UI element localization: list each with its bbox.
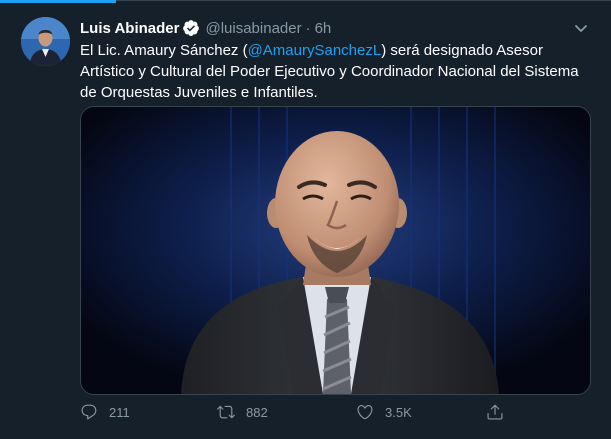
tweet-photo[interactable] (80, 106, 591, 395)
heart-icon (356, 403, 374, 421)
separator-dot: · (305, 19, 311, 37)
retweet-count: 882 (246, 404, 268, 420)
tweet-text-start: El Lic. Amaury Sánchez ( (80, 42, 248, 59)
timestamp[interactable]: 6h (315, 20, 332, 37)
reply-icon (80, 403, 98, 421)
tweet-text: El Lic. Amaury Sánchez (@AmaurySanchezL)… (80, 40, 590, 103)
share-button[interactable] (486, 401, 504, 423)
like-count: 3.5K (385, 404, 412, 420)
tweet[interactable]: Luis Abinader @luisabinader · 6h El Lic.… (0, 3, 611, 439)
verified-badge-icon (182, 19, 200, 37)
author-handle[interactable]: @luisabinader (205, 20, 301, 37)
chevron-down-icon[interactable] (573, 20, 589, 36)
mention-link[interactable]: @AmaurySanchezL (248, 42, 382, 59)
reply-button[interactable]: 211 (80, 401, 130, 423)
tweet-actions: 211 882 3.5K (80, 401, 510, 423)
retweet-icon (217, 403, 235, 421)
share-icon (486, 403, 504, 421)
avatar[interactable] (21, 17, 70, 66)
tweet-header: Luis Abinader @luisabinader · 6h (80, 18, 331, 38)
author-name[interactable]: Luis Abinader (80, 20, 179, 37)
like-button[interactable]: 3.5K (356, 401, 412, 423)
reply-count: 211 (109, 404, 130, 420)
retweet-button[interactable]: 882 (217, 401, 268, 423)
